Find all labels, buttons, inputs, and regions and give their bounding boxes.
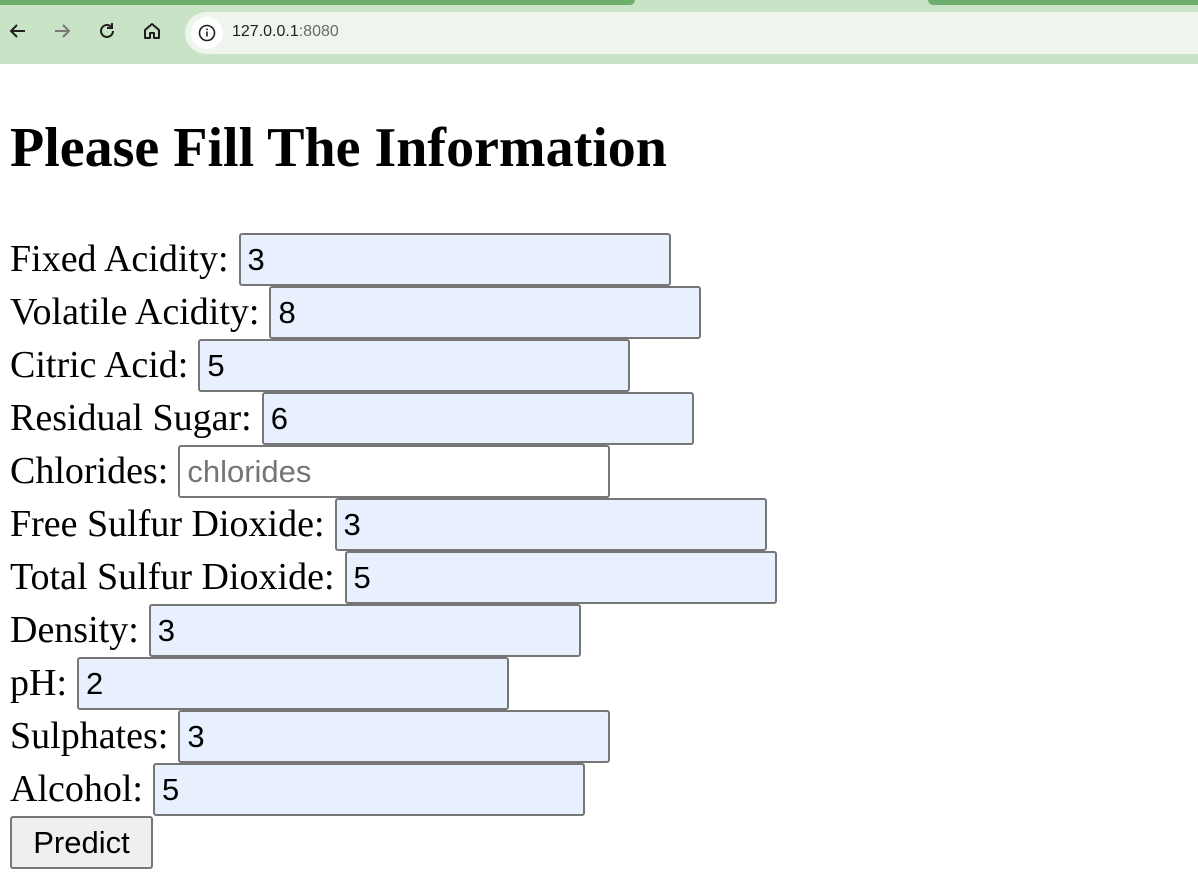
back-arrow-icon[interactable] — [4, 17, 32, 45]
predict-button[interactable]: Predict — [10, 816, 153, 869]
forward-arrow-icon[interactable] — [48, 17, 76, 45]
field-row-volatile-acidity: Volatile Acidity: — [10, 286, 702, 339]
toolbar-bottom — [0, 59, 1198, 64]
field-row-total-sulfur-dioxide: Total Sulfur Dioxide: — [10, 551, 777, 604]
field-row-density: Density: — [10, 604, 581, 657]
url-host: 127.0.0.1 — [232, 23, 299, 40]
residual-sugar-input[interactable] — [261, 392, 694, 445]
field-row-residual-sugar: Residual Sugar: — [10, 392, 694, 445]
free-sulfur-dioxide-input[interactable] — [334, 498, 767, 551]
field-label: Residual Sugar: — [10, 397, 252, 439]
field-row-chlorides: Chlorides: — [10, 445, 611, 498]
page-title: Please Fill The Information — [10, 117, 667, 179]
field-row-citric-acid: Citric Acid: — [10, 339, 631, 392]
field-label: Alcohol: — [10, 768, 143, 810]
home-icon[interactable] — [138, 17, 166, 45]
alcohol-input[interactable] — [152, 763, 585, 816]
field-row-ph: pH: — [10, 657, 509, 710]
field-row-fixed-acidity: Fixed Acidity: — [10, 233, 671, 286]
field-label: Free Sulfur Dioxide: — [10, 503, 325, 545]
density-input[interactable] — [148, 604, 581, 657]
field-label: Citric Acid: — [10, 344, 189, 386]
field-label: Volatile Acidity: — [10, 291, 260, 333]
field-row-free-sulfur-dioxide: Free Sulfur Dioxide: — [10, 498, 767, 551]
url-text: 127.0.0.1:8080 — [232, 23, 339, 41]
citric-acid-input[interactable] — [198, 339, 631, 392]
field-label: Chlorides: — [10, 450, 169, 492]
field-label: Fixed Acidity: — [10, 238, 229, 280]
browser-chrome: 127.0.0.1:8080 — [0, 0, 1198, 64]
sulphates-input[interactable] — [178, 710, 611, 763]
fixed-acidity-input[interactable] — [238, 233, 671, 286]
field-label: pH: — [10, 662, 67, 704]
total-sulfur-dioxide-input[interactable] — [344, 551, 777, 604]
ph-input[interactable] — [77, 657, 509, 710]
field-row-sulphates: Sulphates: — [10, 710, 611, 763]
address-bar[interactable]: 127.0.0.1:8080 — [185, 12, 1198, 54]
field-label: Sulphates: — [10, 715, 169, 757]
chlorides-input[interactable] — [178, 445, 611, 498]
field-row-alcohol: Alcohol: — [10, 763, 585, 816]
info-icon[interactable] — [191, 17, 223, 49]
url-port: :8080 — [298, 23, 339, 40]
field-label: Density: — [10, 609, 139, 651]
volatile-acidity-input[interactable] — [269, 286, 702, 339]
field-label: Total Sulfur Dioxide: — [10, 556, 335, 598]
reload-icon[interactable] — [93, 17, 121, 45]
browser-toolbar: 127.0.0.1:8080 — [0, 5, 1198, 59]
